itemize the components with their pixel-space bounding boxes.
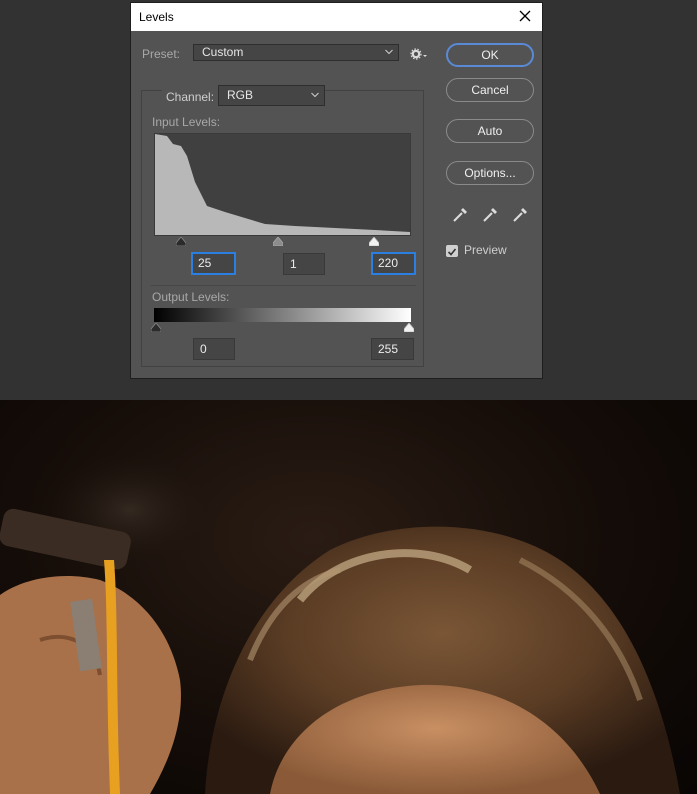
input-black-slider[interactable]: [176, 237, 186, 246]
preset-select[interactable]: Custom: [193, 44, 399, 61]
channel-label: Channel:: [162, 90, 219, 104]
gear-icon[interactable]: [410, 47, 428, 61]
preset-label: Preset:: [142, 47, 181, 61]
chevron-down-icon: [311, 92, 319, 98]
output-levels-label: Output Levels:: [152, 290, 230, 304]
output-black-slider[interactable]: [151, 323, 161, 332]
checkmark-icon: [447, 248, 457, 256]
input-gamma-field[interactable]: 1: [283, 253, 325, 275]
output-black-field[interactable]: 0: [193, 338, 235, 360]
input-gamma-slider[interactable]: [273, 237, 283, 246]
gray-eyedropper-icon[interactable]: [481, 206, 499, 224]
output-gradient-bar: [154, 308, 411, 322]
white-eyedropper-icon[interactable]: [511, 206, 529, 224]
input-black-field[interactable]: 25: [191, 252, 236, 275]
options-button[interactable]: Options...: [446, 161, 534, 185]
output-white-slider[interactable]: [404, 323, 414, 332]
black-eyedropper-icon[interactable]: [451, 206, 469, 224]
auto-button[interactable]: Auto: [446, 119, 534, 143]
input-levels-label: Input Levels:: [152, 115, 221, 129]
output-white-field[interactable]: 255: [371, 338, 414, 360]
document-photo: [0, 400, 697, 794]
levels-dialog: Levels Preset: Custom OK Cancel Auto Opt…: [130, 2, 543, 379]
dialog-title: Levels: [139, 10, 174, 24]
chevron-down-icon: [385, 49, 393, 55]
close-icon[interactable]: [514, 5, 536, 27]
channel-value: RGB: [227, 88, 254, 102]
preset-value: Custom: [202, 45, 244, 59]
input-white-field[interactable]: 220: [371, 252, 416, 275]
input-white-slider[interactable]: [369, 237, 379, 246]
histogram: [154, 133, 411, 236]
histogram-graph: [155, 134, 410, 235]
cancel-button[interactable]: Cancel: [446, 78, 534, 102]
photo-illustration: [0, 450, 680, 794]
preview-label: Preview: [464, 243, 507, 257]
dialog-titlebar: Levels: [131, 3, 542, 31]
ok-button[interactable]: OK: [446, 43, 534, 67]
divider: [151, 285, 416, 286]
preview-checkbox[interactable]: [446, 245, 458, 257]
channel-select[interactable]: RGB: [218, 85, 325, 106]
